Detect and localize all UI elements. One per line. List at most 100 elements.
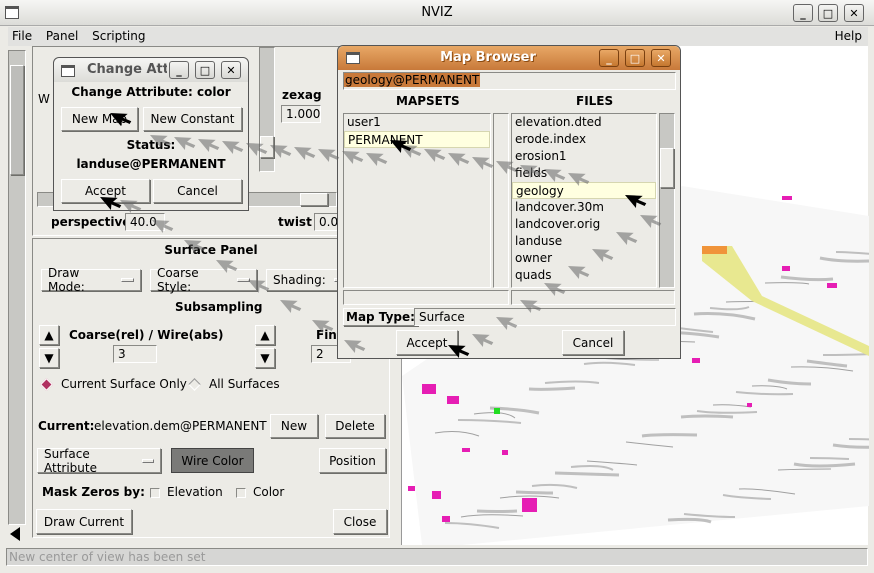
selection-entry[interactable]: geology@PERMANENT [343,72,676,90]
perspective-input[interactable]: 40.0 [125,213,165,231]
landuse-patch [702,246,727,254]
minimize-button[interactable]: _ [169,61,189,79]
mapsets-hscrollbar[interactable] [343,290,509,305]
landuse-patch [422,384,436,394]
zexag-slider[interactable] [259,47,275,172]
delete-surface-button[interactable]: Delete [325,414,385,438]
mask-zeros-label: Mask Zeros by: [42,485,145,499]
change-attribute-dialog: Change Attı _ □ ✕ Change Attribute: colo… [53,57,249,211]
file-item[interactable]: elevation.dted [512,114,656,131]
surface-attribute-menu[interactable]: Surface Attribute [37,447,161,475]
shading-menu[interactable]: Shading: [266,269,346,291]
mask-color-label: Color [253,485,285,499]
mapset-item[interactable]: user1 [344,114,490,131]
file-item[interactable]: owner [512,250,656,267]
minimize-button[interactable]: _ [599,49,619,67]
files-header: FILES [576,94,614,108]
file-item[interactable]: landcover.orig [512,216,656,233]
map-type-label: Map Type: [343,308,418,326]
mapsets-vscrollbar[interactable] [493,113,509,288]
close-button[interactable]: ✕ [651,49,671,67]
landuse-patch [494,408,500,414]
menu-bar: File Panel Scripting Help [8,27,868,46]
zexag-label: zexag [282,88,322,102]
radio-current-surface[interactable] [40,378,53,391]
maximize-button[interactable]: □ [195,61,215,79]
status-bar: New center of view has been set [6,548,868,566]
current-row: Current: elevation.dem@PERMANENT New Del… [34,412,388,442]
perspective-label: perspective [51,215,131,229]
maximize-button[interactable]: □ [818,4,838,22]
menu-help[interactable]: Help [835,29,862,43]
terrain-ridge [554,471,620,477]
terrain-ridge [515,490,554,495]
mapset-item[interactable]: PERMANENT [344,131,490,148]
accept-button[interactable]: Accept [61,179,150,203]
file-item[interactable]: erosion1 [512,148,656,165]
file-item[interactable]: quads [512,267,656,284]
landuse-patch [462,448,470,452]
coarse-down-button[interactable]: ▼ [39,348,59,368]
window-menu-icon[interactable] [61,65,75,77]
maximize-button[interactable]: □ [625,49,645,67]
wire-color-button[interactable]: Wire Color [171,448,254,473]
file-item[interactable]: fields [512,165,656,182]
dialog-titlebar: Change Attı _ □ ✕ [54,58,248,82]
w-label: W [38,92,50,106]
mask-elevation-label: Elevation [167,485,223,499]
mask-color-checkbox[interactable] [236,488,246,498]
draw-mode-menu[interactable]: Draw Mode: [41,266,141,294]
landuse-patch [782,266,790,271]
files-vscrollbar[interactable] [659,113,675,288]
cancel-button[interactable]: Cancel [153,179,242,203]
new-constant-button[interactable]: New Constant [143,107,242,131]
zexag-input[interactable]: 1.000 [281,105,321,123]
file-item[interactable]: landcover.30m [512,199,656,216]
map-browser-cancel-button[interactable]: Cancel [562,330,624,355]
radio-all-label: All Surfaces [209,377,280,391]
mapsets-list[interactable]: user1 PERMANENT [343,113,491,288]
coarse-style-menu[interactable]: Coarse Style: [150,266,257,294]
file-item[interactable]: geology [512,182,656,199]
close-panel-button[interactable]: Close [333,509,387,534]
mask-elevation-checkbox[interactable] [150,488,160,498]
mapsets-header: MAPSETS [396,94,460,108]
landuse-patch [827,283,837,288]
menu-panel[interactable]: Panel [46,29,78,43]
file-item[interactable]: erode.index [512,131,656,148]
landuse-patch [522,498,537,512]
coarse-input[interactable]: 3 [113,345,157,363]
radio-all-surfaces[interactable] [188,378,201,391]
map-browser-accept-button[interactable]: Accept [396,330,458,355]
fine-down-button[interactable]: ▼ [255,348,275,368]
dialog-title: Change Attı [87,62,167,77]
fine-up-button[interactable]: ▲ [255,325,275,345]
terrain-ridge [641,433,698,438]
file-item[interactable]: landuse [512,233,656,250]
selection-text: geology@PERMANENT [344,73,481,87]
landuse-patch [432,491,441,499]
files-list[interactable]: elevation.dted erode.index erosion1 fields g… [511,113,657,288]
current-label: Current: [38,419,95,433]
scroll-left-arrow-icon[interactable] [10,527,20,541]
map-browser-title: Map Browser [440,50,536,65]
map-type-input[interactable]: Surface [414,308,676,326]
menu-file[interactable]: File [12,29,32,43]
landuse-patch [502,450,508,455]
terrain-ridge [680,414,734,419]
scroll-thumb[interactable] [10,65,24,175]
coarse-up-button[interactable]: ▲ [39,325,59,345]
close-button[interactable]: ✕ [844,4,864,22]
position-button[interactable]: Position [319,448,386,473]
new-map-button[interactable]: New Map [61,107,138,131]
terrain-ridge [476,509,518,513]
close-button[interactable]: ✕ [221,61,241,79]
files-hscrollbar[interactable] [511,290,675,305]
panel-vertical-scrollbar[interactable] [8,50,26,525]
new-surface-button[interactable]: New [270,414,318,438]
terrain-ridge [528,386,576,391]
minimize-button[interactable]: _ [793,4,813,22]
menu-scripting[interactable]: Scripting [92,29,145,43]
landuse-patch [747,403,752,407]
draw-current-button[interactable]: Draw Current [36,509,132,534]
